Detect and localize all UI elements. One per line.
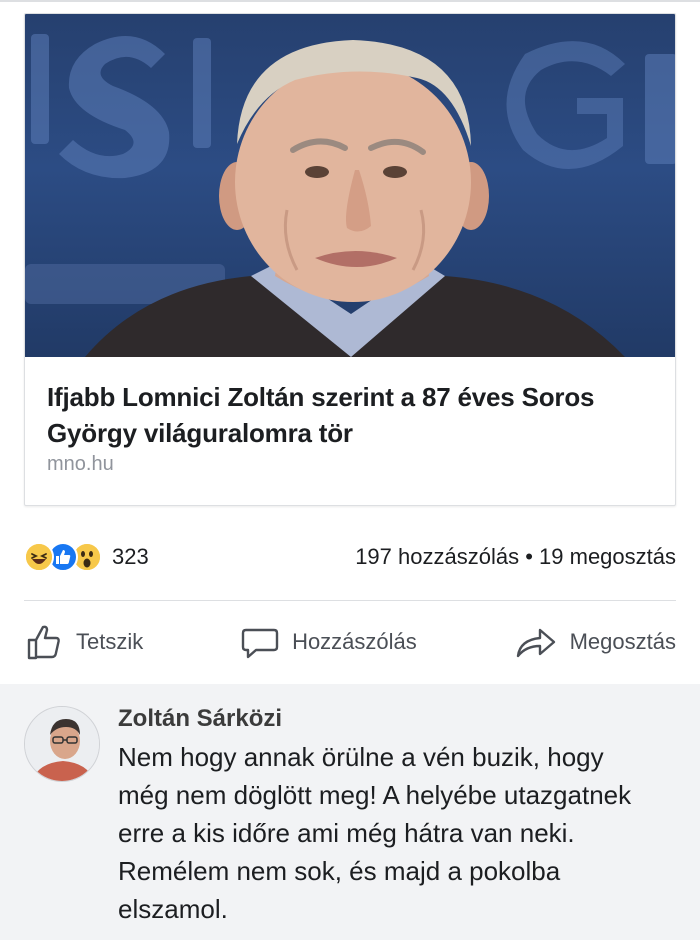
commenter-avatar-icon [25, 707, 99, 781]
reactions-summary[interactable]: 323 [24, 542, 149, 572]
comment-bubble-icon [241, 628, 279, 659]
link-domain: mno.hu [47, 453, 114, 475]
avatar[interactable] [24, 706, 100, 782]
share-label: Megosztás [569, 629, 676, 654]
comment-label: Hozzászólás [292, 629, 417, 654]
reaction-count: 323 [112, 544, 149, 569]
post-stats: 323 197 hozzászólás • 19 megosztás [24, 535, 676, 579]
top-divider [0, 0, 700, 2]
shares-count[interactable]: 19 megosztás [539, 544, 676, 569]
comment-author[interactable]: Zoltán Sárközi [118, 702, 678, 736]
comments-count[interactable]: 197 hozzászólás [355, 544, 519, 569]
haha-icon [24, 542, 54, 572]
share-arrow-icon [516, 628, 555, 658]
portrait-photo [25, 34, 675, 357]
actions-divider [24, 600, 676, 601]
post-actions: Tetszik Hozzászólás Megosztás [24, 612, 676, 672]
share-button[interactable]: Megosztás [514, 622, 676, 662]
comment-section: Zoltán Sárközi Nem hogy annak örülne a v… [0, 684, 700, 940]
counts-separator: • [525, 544, 533, 569]
link-title[interactable]: Ifjabb Lomnici Zoltán szerint a 87 éves … [47, 379, 653, 451]
comment-button[interactable]: Hozzászólás [240, 622, 417, 662]
link-preview-image[interactable] [25, 14, 675, 357]
like-label: Tetszik [76, 629, 144, 654]
like-button[interactable]: Tetszik [24, 622, 143, 662]
engagement-counts[interactable]: 197 hozzászólás • 19 megosztás [355, 544, 676, 570]
thumbs-up-icon [27, 625, 60, 660]
comment-body: Zoltán Sárközi Nem hogy annak örülne a v… [118, 702, 678, 928]
link-preview-card[interactable]: Ifjabb Lomnici Zoltán szerint a 87 éves … [24, 13, 676, 506]
link-preview-text[interactable]: Ifjabb Lomnici Zoltán szerint a 87 éves … [25, 357, 675, 505]
comment-text: Nem hogy annak örülne a vén buzik, hogy … [118, 742, 632, 924]
